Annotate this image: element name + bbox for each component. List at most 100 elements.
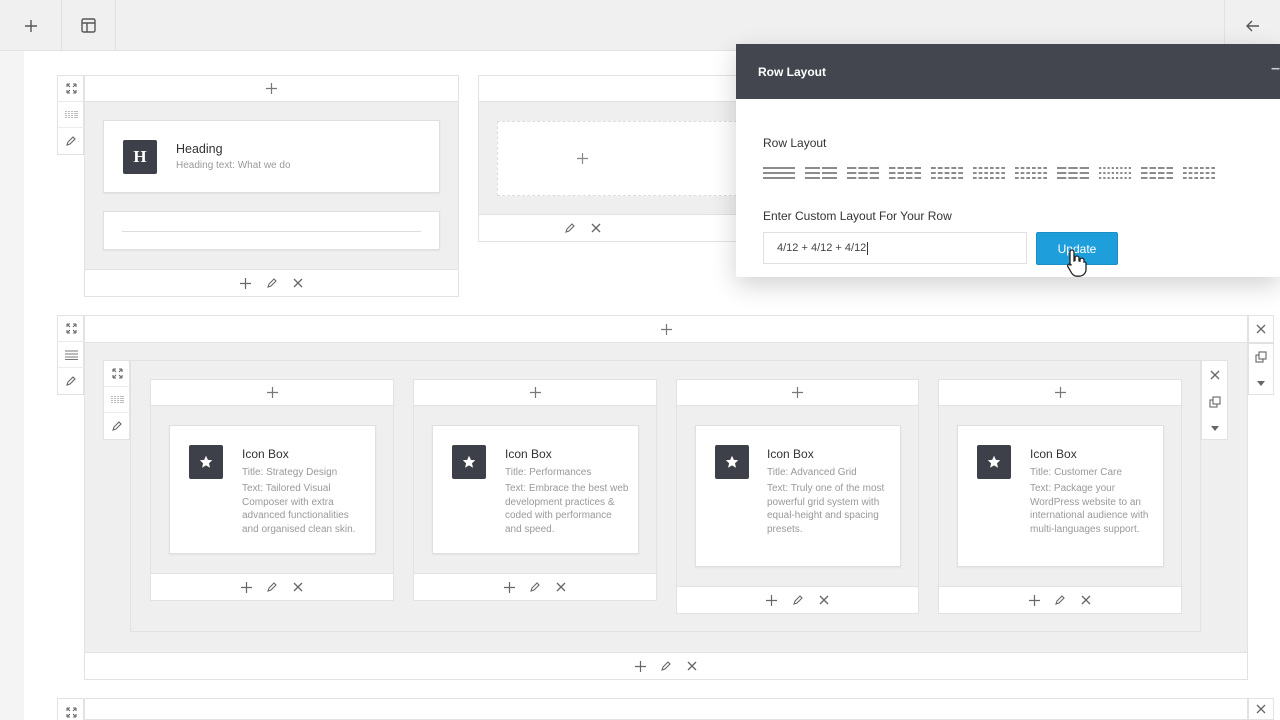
close-icon[interactable] (555, 581, 567, 593)
panel-header: Row Layout – (736, 44, 1280, 99)
add-element-button[interactable] (0, 0, 62, 51)
layout-option-6[interactable] (973, 166, 1005, 180)
edit-pencil-icon[interactable] (564, 222, 576, 234)
edit-pencil-icon[interactable] (792, 594, 804, 606)
icon-box-title-field: Title: Strategy Design (242, 467, 338, 478)
column-actions (676, 586, 919, 614)
inner-row-side-actions (1201, 360, 1228, 440)
layout-option-10[interactable] (1141, 166, 1173, 180)
add-element-top-button[interactable] (676, 379, 919, 406)
star-icon (715, 445, 749, 479)
expand-icon[interactable] (58, 699, 84, 720)
plus-icon[interactable] (1028, 594, 1040, 606)
expand-icon[interactable] (58, 76, 84, 102)
plus-icon (24, 19, 37, 32)
edit-pencil-icon[interactable] (58, 368, 84, 394)
plus-icon (266, 83, 277, 94)
layout-option-8[interactable] (1057, 166, 1089, 180)
icon-box-title-field: Title: Performances (505, 467, 592, 478)
icon-box-element[interactable]: Icon Box Title: Strategy Design Text: Ta… (169, 425, 376, 554)
add-element-top-button[interactable] (84, 75, 459, 102)
layout-option-5[interactable] (931, 166, 963, 180)
edit-pencil-icon[interactable] (266, 277, 278, 289)
plus-icon[interactable] (240, 581, 252, 593)
columns-icon[interactable] (58, 102, 84, 128)
plus-icon (792, 387, 803, 398)
icon-box-title: Icon Box (1030, 447, 1077, 461)
close-icon[interactable] (292, 277, 304, 289)
chevron-down-icon[interactable] (1202, 415, 1227, 441)
row-close-button[interactable] (1248, 315, 1274, 343)
edit-pencil-icon[interactable] (1054, 594, 1066, 606)
columns-icon[interactable] (104, 387, 130, 413)
plus-icon[interactable] (503, 581, 515, 593)
edit-pencil-icon[interactable] (266, 581, 278, 593)
heading-title: Heading (176, 142, 223, 156)
clone-icon[interactable] (1249, 344, 1273, 370)
chevron-down-icon[interactable] (1249, 370, 1273, 396)
column-actions (84, 269, 459, 297)
clone-icon[interactable] (1202, 388, 1227, 415)
close-icon[interactable] (818, 594, 830, 606)
close-icon[interactable] (292, 581, 304, 593)
add-element-top-button[interactable] (84, 315, 1248, 343)
row1-column-1: H Heading Heading text: What we do (84, 75, 459, 297)
inner-column-1: Icon Box Title: Strategy Design Text: Ta… (150, 379, 394, 601)
edit-pencil-icon[interactable] (529, 581, 541, 593)
icon-box-element[interactable]: Icon Box Title: Advanced Grid Text: Trul… (695, 425, 901, 567)
inner-column-2: Icon Box Title: Performances Text: Embra… (413, 379, 657, 601)
layout-option-1[interactable] (763, 166, 795, 180)
plus-icon[interactable] (240, 277, 252, 289)
row1-controls (57, 75, 84, 155)
add-element-top-button[interactable] (150, 379, 394, 406)
custom-layout-input[interactable]: 4/12 + 4/12 + 4/12 (763, 232, 1027, 264)
plus-icon (1054, 387, 1066, 398)
heading-element[interactable]: H Heading Heading text: What we do (103, 120, 440, 193)
plus-icon[interactable] (766, 594, 778, 606)
layout-options (763, 166, 1215, 180)
arrow-left-icon (1245, 20, 1259, 31)
edit-pencil-icon[interactable] (104, 413, 130, 439)
edit-pencil-icon[interactable] (660, 660, 672, 672)
layout-button[interactable] (62, 0, 116, 51)
close-icon[interactable] (686, 660, 698, 672)
minimize-button[interactable]: – (1271, 60, 1280, 78)
icon-box-title-field: Title: Customer Care (1030, 467, 1122, 478)
layout-option-4[interactable] (889, 166, 921, 180)
star-icon (977, 445, 1011, 479)
icon-box-element[interactable]: Icon Box Title: Performances Text: Embra… (432, 425, 639, 554)
icon-box-text-field: Text: Tailored Visual Composer with extr… (242, 482, 356, 536)
icon-box-content: Icon Box Title: Performances Text: Embra… (505, 447, 630, 537)
empty-element-placeholder[interactable] (497, 121, 767, 196)
expand-icon[interactable] (104, 361, 130, 387)
single-column-icon[interactable] (58, 342, 84, 368)
close-icon (1256, 324, 1266, 334)
layout-option-11[interactable] (1183, 166, 1215, 180)
layout-option-9[interactable] (1099, 166, 1131, 180)
close-icon[interactable] (590, 222, 602, 234)
row-layout-panel: Row Layout – Row Layout Enter Custom Lay… (736, 44, 1280, 277)
edit-pencil-icon[interactable] (58, 128, 84, 154)
expand-icon[interactable] (58, 316, 84, 342)
icon-box-element[interactable]: Icon Box Title: Customer Care Text: Pack… (957, 425, 1164, 567)
column-actions (150, 573, 394, 601)
icon-box-text-field: Text: Package your WordPress website to … (1030, 482, 1149, 536)
heading-subtitle: Heading text: What we do (176, 160, 291, 171)
divider-element[interactable] (103, 211, 440, 250)
plus-icon[interactable] (634, 660, 646, 672)
row3-close-button[interactable] (1248, 698, 1274, 720)
add-element-top-button[interactable] (478, 75, 758, 102)
close-icon[interactable] (1202, 361, 1227, 388)
icon-box-title-field: Title: Advanced Grid (767, 467, 857, 478)
column-actions (413, 573, 657, 601)
inner-column-3: Icon Box Title: Advanced Grid Text: Trul… (676, 379, 919, 614)
layout-option-7[interactable] (1015, 166, 1047, 180)
heading-icon: H (123, 140, 157, 174)
layout-option-2[interactable] (805, 166, 837, 180)
layout-option-3[interactable] (847, 166, 879, 180)
add-element-top-button[interactable] (413, 379, 657, 406)
divider-line (122, 231, 421, 232)
row3-top-bar[interactable] (84, 698, 1248, 720)
close-icon[interactable] (1080, 594, 1092, 606)
add-element-top-button[interactable] (938, 379, 1182, 406)
